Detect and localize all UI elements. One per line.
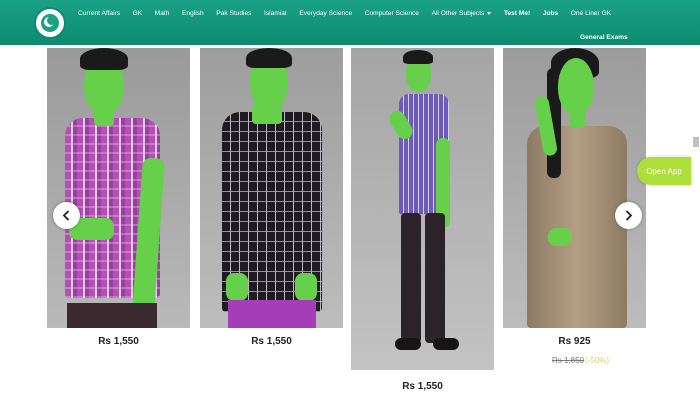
caret-down-icon xyxy=(487,11,492,15)
carousel-prev-button[interactable] xyxy=(53,202,80,229)
chevron-right-icon xyxy=(625,210,633,221)
nav-all-other-subjects-label: All Other Subjects xyxy=(431,10,485,17)
product-price-2: Rs 1,550 xyxy=(251,336,292,347)
product-old-price-4: Rs 1,850 xyxy=(552,356,585,365)
product-image-1[interactable] xyxy=(47,48,190,328)
product-price-4: Rs 925 xyxy=(558,336,591,347)
top-navbar: Current Affairs GK Math English Pak Stud… xyxy=(0,0,700,45)
nav-islamiat[interactable]: Islamiat xyxy=(264,10,287,17)
nav-one-liner-gk[interactable]: One Liner GK xyxy=(571,10,611,17)
nav-everyday-science[interactable]: Everyday Science xyxy=(299,10,352,17)
nav-gk[interactable]: GK xyxy=(133,10,143,17)
nav-pak-studies[interactable]: Pak Studies xyxy=(216,10,251,17)
page: Current Affairs GK Math English Pak Stud… xyxy=(0,0,700,400)
main-nav: Current Affairs GK Math English Pak Stud… xyxy=(78,10,624,17)
nav-test-me[interactable]: Test Me! xyxy=(504,10,530,17)
product-image-3[interactable] xyxy=(351,48,494,370)
product-price-3: Rs 1,550 xyxy=(402,381,443,392)
product-discount-4: (-50%) xyxy=(585,356,610,365)
nav-jobs[interactable]: Jobs xyxy=(543,10,558,17)
site-logo[interactable] xyxy=(34,7,66,39)
scrollbar-thumb[interactable] xyxy=(693,137,699,147)
carousel-next-button[interactable] xyxy=(615,202,642,229)
open-app-button[interactable]: Open App xyxy=(637,157,691,185)
nav-computer-science[interactable]: Computer Science xyxy=(365,10,419,17)
chevron-left-icon xyxy=(62,210,70,221)
product-price-1: Rs 1,550 xyxy=(98,336,139,347)
product-image-4[interactable] xyxy=(503,48,646,328)
nav-math[interactable]: Math xyxy=(155,10,170,17)
nav-english[interactable]: English xyxy=(182,10,204,17)
nav-all-other-subjects[interactable]: All Other Subjects xyxy=(432,10,492,17)
nav-general-exams[interactable]: General Exams xyxy=(580,34,628,41)
nav-current-affairs[interactable]: Current Affairs xyxy=(78,10,120,17)
product-image-2[interactable] xyxy=(200,48,343,328)
